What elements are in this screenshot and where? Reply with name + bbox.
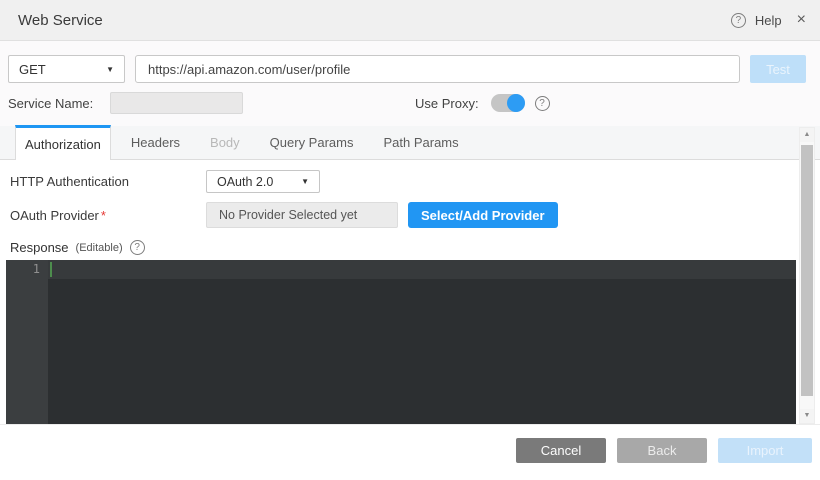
scroll-down-icon[interactable]: ▼ [800,409,814,423]
close-icon[interactable]: × [797,12,806,28]
chevron-down-icon: ▼ [106,65,114,74]
oauth-provider-field: No Provider Selected yet [206,202,398,228]
import-button[interactable]: Import [718,438,812,463]
http-method-value: GET [19,62,46,77]
help-link[interactable]: Help [755,13,782,28]
toggle-knob [507,94,525,112]
editor-cursor [50,262,52,277]
proxy-help-icon[interactable]: ? [535,96,550,111]
http-method-dropdown[interactable]: GET ▼ [8,55,125,83]
request-section: GET ▼ Test Service Name: Use Proxy: ? [0,41,820,126]
url-input[interactable] [135,55,740,83]
scrollbar-thumb[interactable] [801,145,813,396]
response-help-icon[interactable]: ? [130,240,145,255]
request-bar: GET ▼ Test [8,55,806,83]
footer-actions: Cancel Back Import [516,438,812,463]
use-proxy-toggle[interactable] [491,94,525,112]
required-marker: * [101,208,106,223]
scroll-up-icon[interactable]: ▲ [800,128,814,142]
http-auth-label: HTTP Authentication [10,174,206,189]
use-proxy-label: Use Proxy: [415,96,479,111]
oauth-provider-row: OAuth Provider* No Provider Selected yet… [10,202,820,228]
editor-gutter: 1 [6,260,48,424]
service-name-input[interactable] [110,92,243,114]
http-auth-dropdown[interactable]: OAuth 2.0 ▼ [206,170,320,193]
oauth-provider-label: OAuth Provider* [10,208,206,223]
back-button[interactable]: Back [617,438,707,463]
test-button[interactable]: Test [750,55,806,83]
tab-query-params[interactable]: Query Params [260,126,364,159]
oauth-provider-value: No Provider Selected yet [219,208,357,222]
response-label: Response [10,240,69,255]
tab-body: Body [200,126,250,159]
select-add-provider-button[interactable]: Select/Add Provider [408,202,558,228]
line-number: 1 [6,262,40,276]
response-code-editor[interactable]: 1 [6,260,796,424]
service-name-label: Service Name: [8,96,110,111]
http-auth-row: HTTP Authentication OAuth 2.0 ▼ [10,160,820,193]
header-actions: ? Help × [731,12,806,28]
response-editable-note: (Editable) [76,242,123,254]
authorization-panel: HTTP Authentication OAuth 2.0 ▼ OAuth Pr… [0,160,820,425]
vertical-scrollbar[interactable]: ▲ ▼ [799,127,815,424]
response-header: Response (Editable) ? [10,240,820,255]
web-service-dialog: Web Service ? Help × GET ▼ Test Service … [0,0,820,480]
editor-active-line [48,260,796,279]
page-title: Web Service [18,12,103,29]
tab-headers[interactable]: Headers [121,126,190,159]
dialog-header: Web Service ? Help × [0,0,820,41]
tab-authorization[interactable]: Authorization [15,125,111,160]
service-row: Service Name: Use Proxy: ? [8,92,806,114]
help-icon[interactable]: ? [731,13,746,28]
chevron-down-icon: ▼ [301,177,309,186]
cancel-button[interactable]: Cancel [516,438,606,463]
tab-path-params[interactable]: Path Params [373,126,468,159]
tab-bar: Authorization Headers Body Query Params … [0,126,820,160]
http-auth-value: OAuth 2.0 [217,175,273,189]
oauth-provider-label-text: OAuth Provider [10,208,99,223]
